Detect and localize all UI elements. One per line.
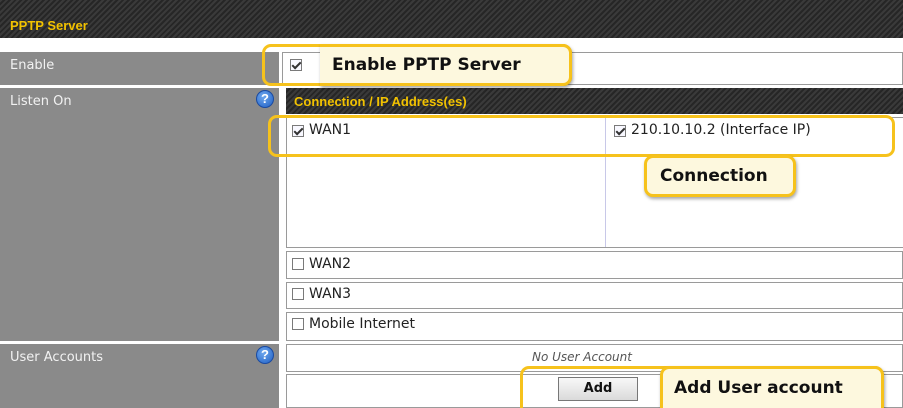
callout-add-user-text: Add User account <box>674 378 843 398</box>
callout-connection-outline <box>268 115 895 157</box>
mobile-internet-label: Mobile Internet <box>309 316 415 332</box>
wan2-checkbox[interactable] <box>292 258 304 270</box>
callout-connection: Connection <box>644 155 796 197</box>
help-icon-glyph: ? <box>261 347 269 362</box>
help-icon-listen-on[interactable]: ? <box>256 90 274 108</box>
callout-enable: Enable PPTP Server <box>320 44 572 86</box>
label-user-accounts-text: User Accounts <box>10 350 104 365</box>
label-enable-text: Enable <box>10 58 55 73</box>
wan2-label: WAN2 <box>309 256 352 272</box>
help-icon-user-accounts[interactable]: ? <box>256 346 274 364</box>
callout-enable-text: Enable PPTP Server <box>332 55 521 75</box>
label-listen-on: Listen On <box>0 88 279 341</box>
wan3-checkbox[interactable] <box>292 288 304 300</box>
wan2-row <box>286 251 903 279</box>
section-header: PPTP Server <box>0 0 903 38</box>
callout-connection-text: Connection <box>660 166 768 186</box>
label-listen-on-text: Listen On <box>10 94 72 109</box>
mobile-internet-checkbox[interactable] <box>292 318 304 330</box>
wan3-label: WAN3 <box>309 286 352 302</box>
callout-add-user: Add User account <box>660 366 884 408</box>
label-enable: Enable <box>0 52 279 85</box>
wan3-row <box>286 282 903 309</box>
label-user-accounts: User Accounts <box>0 344 279 408</box>
section-title: PPTP Server <box>10 18 88 33</box>
connection-table-header-text: Connection / IP Address(es) <box>294 94 467 109</box>
no-user-account-text: No User Account <box>532 350 632 364</box>
connection-table-header: Connection / IP Address(es) <box>286 88 903 114</box>
help-icon-glyph: ? <box>261 91 269 106</box>
